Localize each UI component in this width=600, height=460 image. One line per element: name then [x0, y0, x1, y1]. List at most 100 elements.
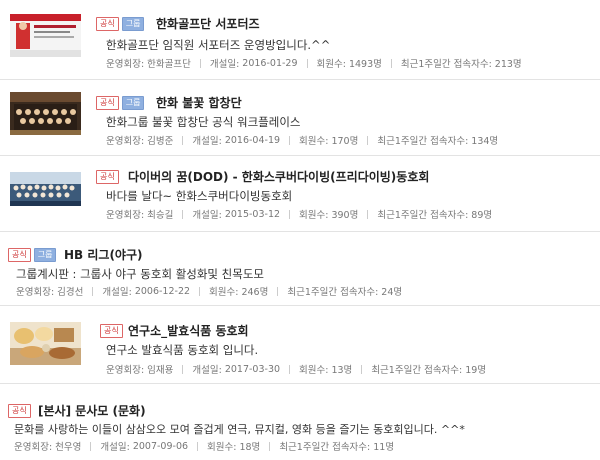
admin-value: 김경선 — [57, 287, 84, 298]
meta-divider — [90, 441, 92, 451]
club-title[interactable]: 한화 불꽃 합창단 — [156, 94, 242, 111]
meta-divider — [289, 135, 291, 145]
members-label: 회원수: — [316, 59, 346, 70]
meta-divider — [306, 58, 308, 68]
meta-divider — [367, 135, 369, 145]
opened-label: 개설일: — [209, 59, 240, 70]
members-value: 390명 — [331, 210, 359, 221]
admin-value: 최승길 — [147, 210, 174, 221]
club-thumbnail[interactable] — [10, 172, 81, 206]
opened-label: 개설일: — [192, 210, 222, 221]
admin-label: 운영회장: — [106, 136, 145, 147]
admin-value: 임재용 — [147, 365, 174, 376]
members-value: 13명 — [331, 365, 353, 376]
group-badge: 그룹 — [33, 248, 57, 262]
recent-value: 19명 — [465, 365, 487, 376]
club-meta: 운영회장: 최승길 개설일: 2015-03-12 회원수: 390명 최근1주… — [106, 207, 493, 222]
recent-label: 최근1주일간 접속자수: — [400, 59, 492, 70]
members-value: 1493명 — [348, 59, 382, 70]
meta-divider — [277, 286, 279, 296]
meta-divider — [182, 135, 184, 145]
official-badge: 공식 — [96, 96, 119, 110]
meta-divider — [289, 209, 291, 219]
club-title[interactable]: 한화골프단 서포터즈 — [156, 15, 260, 32]
meta-divider — [367, 209, 369, 219]
club-list: 공식 그룹 한화골프단 서포터즈 한화골프단 임직원 서포터즈 운영방입니다.^… — [0, 0, 600, 460]
badge-group: 공식 — [8, 404, 31, 418]
recent-value: 134명 — [471, 136, 499, 147]
admin-value: 한화골프단 — [147, 59, 191, 70]
opened-value: 2016-04-19 — [224, 134, 281, 146]
club-meta: 운영회장: 천우영 개설일: 2007-09-06 회원수: 18명 최근1주일… — [14, 439, 395, 454]
admin-label: 운영회장: — [16, 287, 55, 298]
recent-label: 최근1주일간 접속자수: — [279, 442, 371, 453]
club-title[interactable]: 다이버의 꿈(DOD) - 한화스쿠버다이빙(프리다이빙)동호회 — [128, 168, 429, 185]
club-item[interactable]: 공식 그룹 HB 리그(야구) 그룹계시판 : 그룹사 야구 동호회 활성화및 … — [0, 232, 600, 306]
badge-group: 공식 그룹 — [8, 248, 57, 262]
club-description: 연구소 발효식품 동호회 입니다. — [106, 343, 259, 357]
group-badge: 그룹 — [121, 17, 145, 31]
official-badge: 공식 — [8, 404, 31, 418]
club-item[interactable]: 공식 그룹 한화골프단 서포터즈 한화골프단 임직원 서포터즈 운영방입니다.^… — [0, 0, 600, 80]
recent-value: 11명 — [373, 442, 395, 453]
club-description: 바다를 날다~ 한화스쿠버다이빙동호회 — [106, 189, 293, 203]
opened-label: 개설일: — [102, 287, 132, 298]
club-title[interactable]: [본사] 문사모 (문화) — [38, 402, 146, 419]
club-meta: 운영회장: 한화골프단 개설일: 2016-01-29 회원수: 1493명 최… — [106, 56, 522, 71]
meta-divider — [390, 58, 392, 68]
admin-value: 김병준 — [147, 136, 174, 147]
meta-divider — [182, 364, 184, 374]
official-badge: 공식 — [8, 248, 31, 262]
meta-divider — [361, 364, 363, 374]
members-value: 170명 — [331, 136, 359, 147]
club-item[interactable]: 공식 연구소_발효식품 동호회 연구소 발효식품 동호회 입니다. 운영회장: … — [0, 306, 600, 384]
club-title[interactable]: HB 리그(야구) — [64, 246, 143, 263]
opened-value: 2017-03-30 — [224, 363, 281, 375]
opened-label: 개설일: — [192, 365, 222, 376]
members-label: 회원수: — [299, 136, 329, 147]
club-item[interactable]: 공식 [본사] 문사모 (문화) 문화를 사랑하는 이들이 삼삼오오 모여 즐겁… — [0, 384, 600, 460]
admin-label: 운영회장: — [14, 442, 53, 453]
club-meta: 운영회장: 김경선 개설일: 2006-12-22 회원수: 246명 최근1주… — [16, 284, 402, 299]
recent-label: 최근1주일간 접속자수: — [371, 365, 463, 376]
club-thumbnail[interactable] — [10, 14, 81, 57]
meta-divider — [289, 364, 291, 374]
club-title[interactable]: 연구소_발효식품 동호회 — [128, 322, 249, 339]
opened-value: 2007-09-06 — [132, 440, 189, 452]
badge-group: 공식 — [100, 324, 123, 338]
meta-divider — [182, 209, 184, 219]
club-description: 문화를 사랑하는 이들이 삼삼오오 모여 즐겁게 연극, 뮤지컬, 영화 등을 … — [14, 423, 465, 436]
admin-label: 운영회장: — [106, 365, 145, 376]
recent-label: 최근1주일간 접속자수: — [377, 136, 469, 147]
members-label: 회원수: — [209, 287, 239, 298]
opened-value: 2006-12-22 — [134, 285, 191, 297]
recent-label: 최근1주일간 접속자수: — [287, 287, 379, 298]
club-item[interactable]: 공식 다이버의 꿈(DOD) - 한화스쿠버다이빙(프리다이빙)동호회 바다를 … — [0, 156, 600, 232]
official-badge: 공식 — [100, 324, 123, 338]
admin-label: 운영회장: — [106, 59, 145, 70]
members-label: 회원수: — [299, 365, 329, 376]
club-description: 한화그룹 불꽃 합창단 공식 워크플레이스 — [106, 115, 301, 129]
group-badge: 그룹 — [121, 96, 145, 110]
opened-value: 2016-01-29 — [242, 57, 298, 69]
opened-value: 2015-03-12 — [224, 208, 281, 220]
meta-divider — [199, 286, 201, 296]
meta-divider — [199, 58, 201, 68]
club-meta: 운영회장: 임재용 개설일: 2017-03-30 회원수: 13명 최근1주일… — [106, 362, 487, 377]
official-badge: 공식 — [96, 17, 119, 31]
opened-label: 개설일: — [100, 442, 130, 453]
members-value: 246명 — [241, 287, 269, 298]
recent-label: 최근1주일간 접속자수: — [377, 210, 469, 221]
meta-divider — [92, 286, 94, 296]
club-meta: 운영회장: 김병준 개설일: 2016-04-19 회원수: 170명 최근1주… — [106, 133, 499, 148]
admin-value: 천우영 — [55, 442, 82, 453]
club-thumbnail[interactable] — [10, 92, 81, 135]
meta-divider — [197, 441, 199, 451]
official-badge: 공식 — [96, 170, 119, 184]
club-thumbnail[interactable] — [10, 322, 81, 365]
admin-label: 운영회장: — [106, 210, 145, 221]
recent-value: 89명 — [471, 210, 493, 221]
meta-divider — [269, 441, 271, 451]
club-item[interactable]: 공식 그룹 한화 불꽃 합창단 한화그룹 불꽃 합창단 공식 워크플레이스 운영… — [0, 80, 600, 156]
badge-group: 공식 그룹 — [96, 96, 145, 110]
